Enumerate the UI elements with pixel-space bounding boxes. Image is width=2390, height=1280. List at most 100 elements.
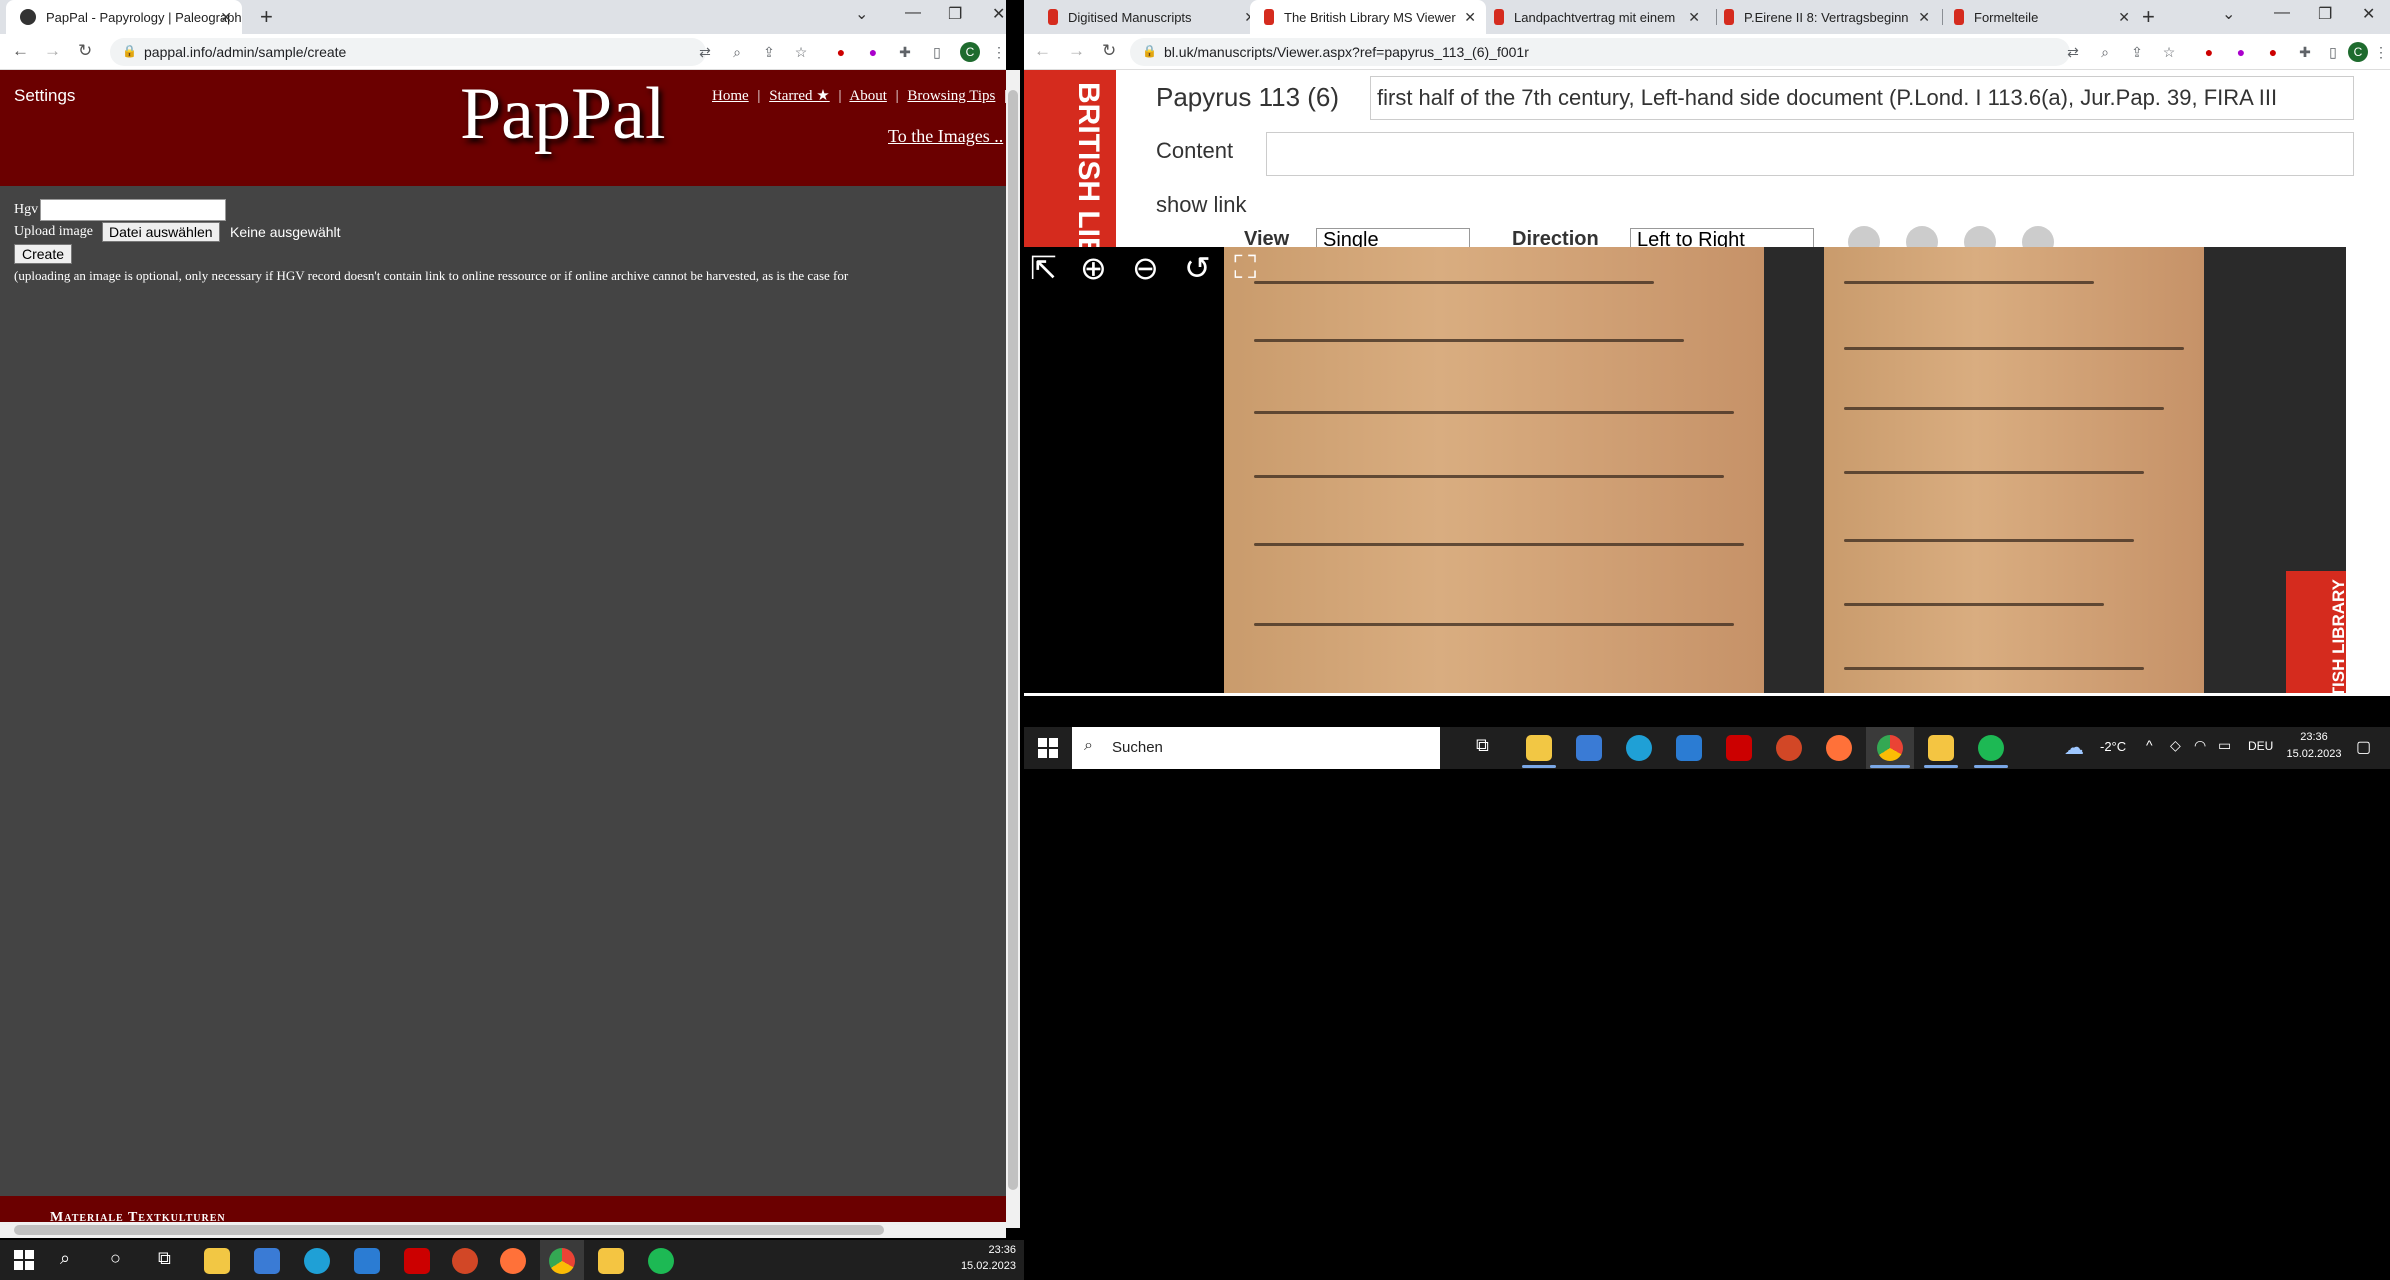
restore-icon[interactable]: ❐ xyxy=(2318,4,2332,24)
fullscreen-icon[interactable]: ⛶ xyxy=(1234,249,1256,287)
close-tab-icon[interactable]: ✕ xyxy=(220,9,232,26)
acrobat-icon[interactable] xyxy=(1726,735,1752,761)
extension-icon[interactable]: ● xyxy=(832,43,850,61)
extensions-puzzle-icon[interactable]: ✚ xyxy=(2296,43,2314,61)
tab-search-icon[interactable]: ⌄ xyxy=(855,4,868,24)
forward-icon[interactable]: → xyxy=(1068,41,1085,61)
mail-icon[interactable] xyxy=(1676,735,1702,761)
create-button[interactable]: Create xyxy=(14,244,73,264)
firefox-icon[interactable] xyxy=(1826,735,1852,761)
extension-2-icon[interactable]: ● xyxy=(864,43,882,61)
battery-icon[interactable]: ▭ xyxy=(2218,737,2231,754)
bookmark-star-icon[interactable]: ☆ xyxy=(2160,43,2178,61)
close-tab-icon[interactable]: ✕ xyxy=(1918,9,1930,26)
spotify-icon[interactable] xyxy=(1978,735,2004,761)
tray-chevron-icon[interactable]: ^ xyxy=(2146,737,2153,753)
wifi-icon[interactable]: ◠ xyxy=(2194,737,2206,754)
extension-3-icon[interactable]: ● xyxy=(2264,43,2282,61)
manuscript-viewer[interactable]: ⇱ ⊕ ⊖ ↺ ⛶ BRITISH LIBRARY xyxy=(1024,247,2346,693)
network-icon[interactable]: ◇ xyxy=(2170,737,2181,754)
profile-avatar[interactable]: C xyxy=(2348,42,2368,62)
pappal-logo[interactable]: PapPal xyxy=(460,72,666,157)
back-icon[interactable]: ← xyxy=(1034,41,1051,61)
address-bar[interactable]: 🔒 pappal.info/admin/sample/create xyxy=(110,38,706,66)
zoom-in-icon[interactable]: ⊕ xyxy=(1080,249,1107,287)
hgv-input[interactable] xyxy=(40,199,226,221)
minimize-icon[interactable]: — xyxy=(905,4,921,22)
close-tab-icon[interactable]: ✕ xyxy=(1464,9,1476,26)
task-view-icon[interactable]: ⧉ xyxy=(1476,735,1489,756)
show-link[interactable]: show link xyxy=(1156,192,1246,218)
notifications-icon[interactable]: ▢ xyxy=(2356,737,2371,757)
zoom-out-icon[interactable]: ⊖ xyxy=(1132,249,1159,287)
british-library-logo[interactable]: BRITISH LIBRARY xyxy=(1024,70,1116,343)
rotate-icon[interactable]: ↺ xyxy=(1184,249,1211,287)
chrome-icon[interactable] xyxy=(1877,735,1903,761)
tab-formelteile[interactable]: Formelteile ✕ xyxy=(1940,0,2140,34)
forward-icon[interactable]: → xyxy=(44,41,61,61)
vertical-scrollbar[interactable] xyxy=(1006,70,1020,1228)
new-tab-icon[interactable]: + xyxy=(260,4,273,30)
zoom-icon[interactable]: ⌕ xyxy=(728,43,746,61)
mail-icon[interactable] xyxy=(354,1248,380,1274)
menu-icon[interactable]: ⋮ xyxy=(2372,43,2390,61)
home-view-icon[interactable]: ⇱ xyxy=(1030,249,1057,287)
windows-start-icon[interactable] xyxy=(1038,738,1058,758)
tab-digitised-manuscripts[interactable]: Digitised Manuscripts ✕ xyxy=(1034,0,1266,34)
content-field[interactable] xyxy=(1266,132,2354,176)
cortana-icon[interactable]: ○ xyxy=(1428,735,1439,756)
nav-about[interactable]: About xyxy=(849,88,887,104)
tab-pappal[interactable]: PapPal - Papyrology | Paleograph ✕ xyxy=(6,0,242,34)
store-icon[interactable] xyxy=(1576,735,1602,761)
minimize-icon[interactable]: — xyxy=(2274,4,2290,22)
file-explorer-icon[interactable] xyxy=(1526,735,1552,761)
task-view-icon[interactable]: ⧉ xyxy=(158,1248,171,1269)
reload-icon[interactable]: ↻ xyxy=(78,41,92,61)
nav-browsing-tips[interactable]: Browsing Tips xyxy=(907,88,995,104)
windows-start-icon[interactable] xyxy=(14,1250,34,1270)
nav-home[interactable]: Home xyxy=(712,88,749,104)
search-box[interactable]: ⌕ Suchen xyxy=(1072,727,1440,769)
tab-search-icon[interactable]: ⌄ xyxy=(2222,4,2235,24)
extensions-puzzle-icon[interactable]: ✚ xyxy=(896,43,914,61)
input-language[interactable]: DEU xyxy=(2248,739,2273,753)
translate-icon[interactable]: ⇄ xyxy=(696,43,714,61)
restore-icon[interactable]: ❐ xyxy=(948,4,962,24)
file-explorer-icon[interactable] xyxy=(204,1248,230,1274)
extension-2-icon[interactable]: ● xyxy=(2232,43,2250,61)
profile-avatar[interactable]: C xyxy=(960,42,980,62)
description-field[interactable]: first half of the 7th century, Left-hand… xyxy=(1370,76,2354,120)
tab-peirene[interactable]: P.Eirene II 8: Vertragsbeginn ✕ xyxy=(1710,0,1940,34)
powerpoint-icon[interactable] xyxy=(452,1248,478,1274)
back-icon[interactable]: ← xyxy=(12,41,29,61)
chrome-icon[interactable] xyxy=(549,1248,575,1274)
horizontal-scrollbar[interactable] xyxy=(0,1222,1006,1238)
new-tab-icon[interactable]: + xyxy=(2142,4,2155,30)
edge-icon[interactable] xyxy=(304,1248,330,1274)
edge-icon[interactable] xyxy=(1626,735,1652,761)
share-icon[interactable]: ⇪ xyxy=(2128,43,2146,61)
search-icon[interactable]: ⌕ xyxy=(60,1248,70,1269)
notes-icon[interactable] xyxy=(598,1248,624,1274)
menu-icon[interactable]: ⋮ xyxy=(990,43,1006,61)
side-panel-icon[interactable]: ▯ xyxy=(928,43,946,61)
to-images-link[interactable]: To the Images .. xyxy=(888,126,1003,147)
close-tab-icon[interactable]: ✕ xyxy=(1688,9,1700,26)
address-bar[interactable]: 🔒 bl.uk/manuscripts/Viewer.aspx?ref=papy… xyxy=(1130,38,2070,66)
settings-link[interactable]: Settings xyxy=(14,86,75,106)
share-icon[interactable]: ⇪ xyxy=(760,43,778,61)
acrobat-icon[interactable] xyxy=(404,1248,430,1274)
tab-bl-viewer[interactable]: The British Library MS Viewer ✕ xyxy=(1250,0,1486,34)
choose-file-button[interactable]: Datei auswählen xyxy=(102,222,220,242)
notes-icon[interactable] xyxy=(1928,735,1954,761)
powerpoint-icon[interactable] xyxy=(1776,735,1802,761)
firefox-icon[interactable] xyxy=(500,1248,526,1274)
reload-icon[interactable]: ↻ xyxy=(1102,41,1116,61)
scroll-thumb-v[interactable] xyxy=(1008,90,1018,1190)
close-tab-icon[interactable]: ✕ xyxy=(2118,9,2130,26)
scroll-thumb[interactable] xyxy=(14,1225,884,1235)
weather-icon[interactable]: ☁ xyxy=(2064,735,2084,760)
side-panel-icon[interactable]: ▯ xyxy=(2324,43,2342,61)
store-icon[interactable] xyxy=(254,1248,280,1274)
tab-landpachtvertrag[interactable]: Landpachtvertrag mit einem ✕ xyxy=(1480,0,1710,34)
